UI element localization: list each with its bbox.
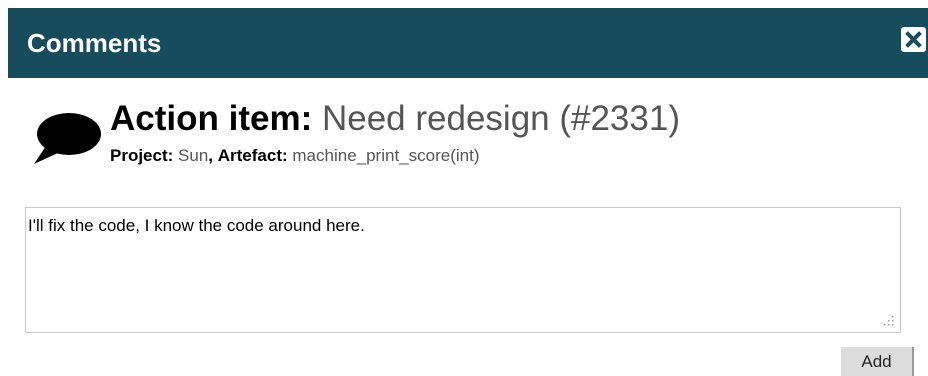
item-meta: Project: Sun, Artefact: machine_print_sc…	[110, 145, 479, 167]
close-button[interactable]	[901, 27, 926, 52]
project-label: Project:	[110, 146, 174, 165]
item-header: Action item: Need redesign (#2331) Proje…	[30, 98, 910, 188]
close-icon	[905, 31, 922, 48]
item-title: Action item: Need redesign (#2331)	[110, 98, 680, 140]
comment-text: I'll fix the code, I know the code aroun…	[28, 216, 365, 235]
project-value: Sun	[178, 146, 209, 165]
comments-dialog: Comments Action item: Need redesign (#23…	[0, 0, 928, 376]
dialog-titlebar: Comments	[8, 8, 928, 78]
comment-textarea[interactable]: I'll fix the code, I know the code aroun…	[25, 207, 901, 333]
meta-separator: ,	[208, 146, 214, 165]
artefact-label: Artefact:	[217, 146, 288, 165]
add-button[interactable]: Add	[841, 347, 914, 376]
item-name: Need redesign (#2331)	[321, 99, 680, 138]
item-type-label: Action item:	[110, 99, 313, 138]
speech-bubble-icon	[34, 113, 101, 164]
dialog-title: Comments	[27, 28, 162, 58]
artefact-value: machine_print_score(int)	[292, 146, 480, 165]
resize-grip-icon[interactable]	[884, 316, 894, 326]
